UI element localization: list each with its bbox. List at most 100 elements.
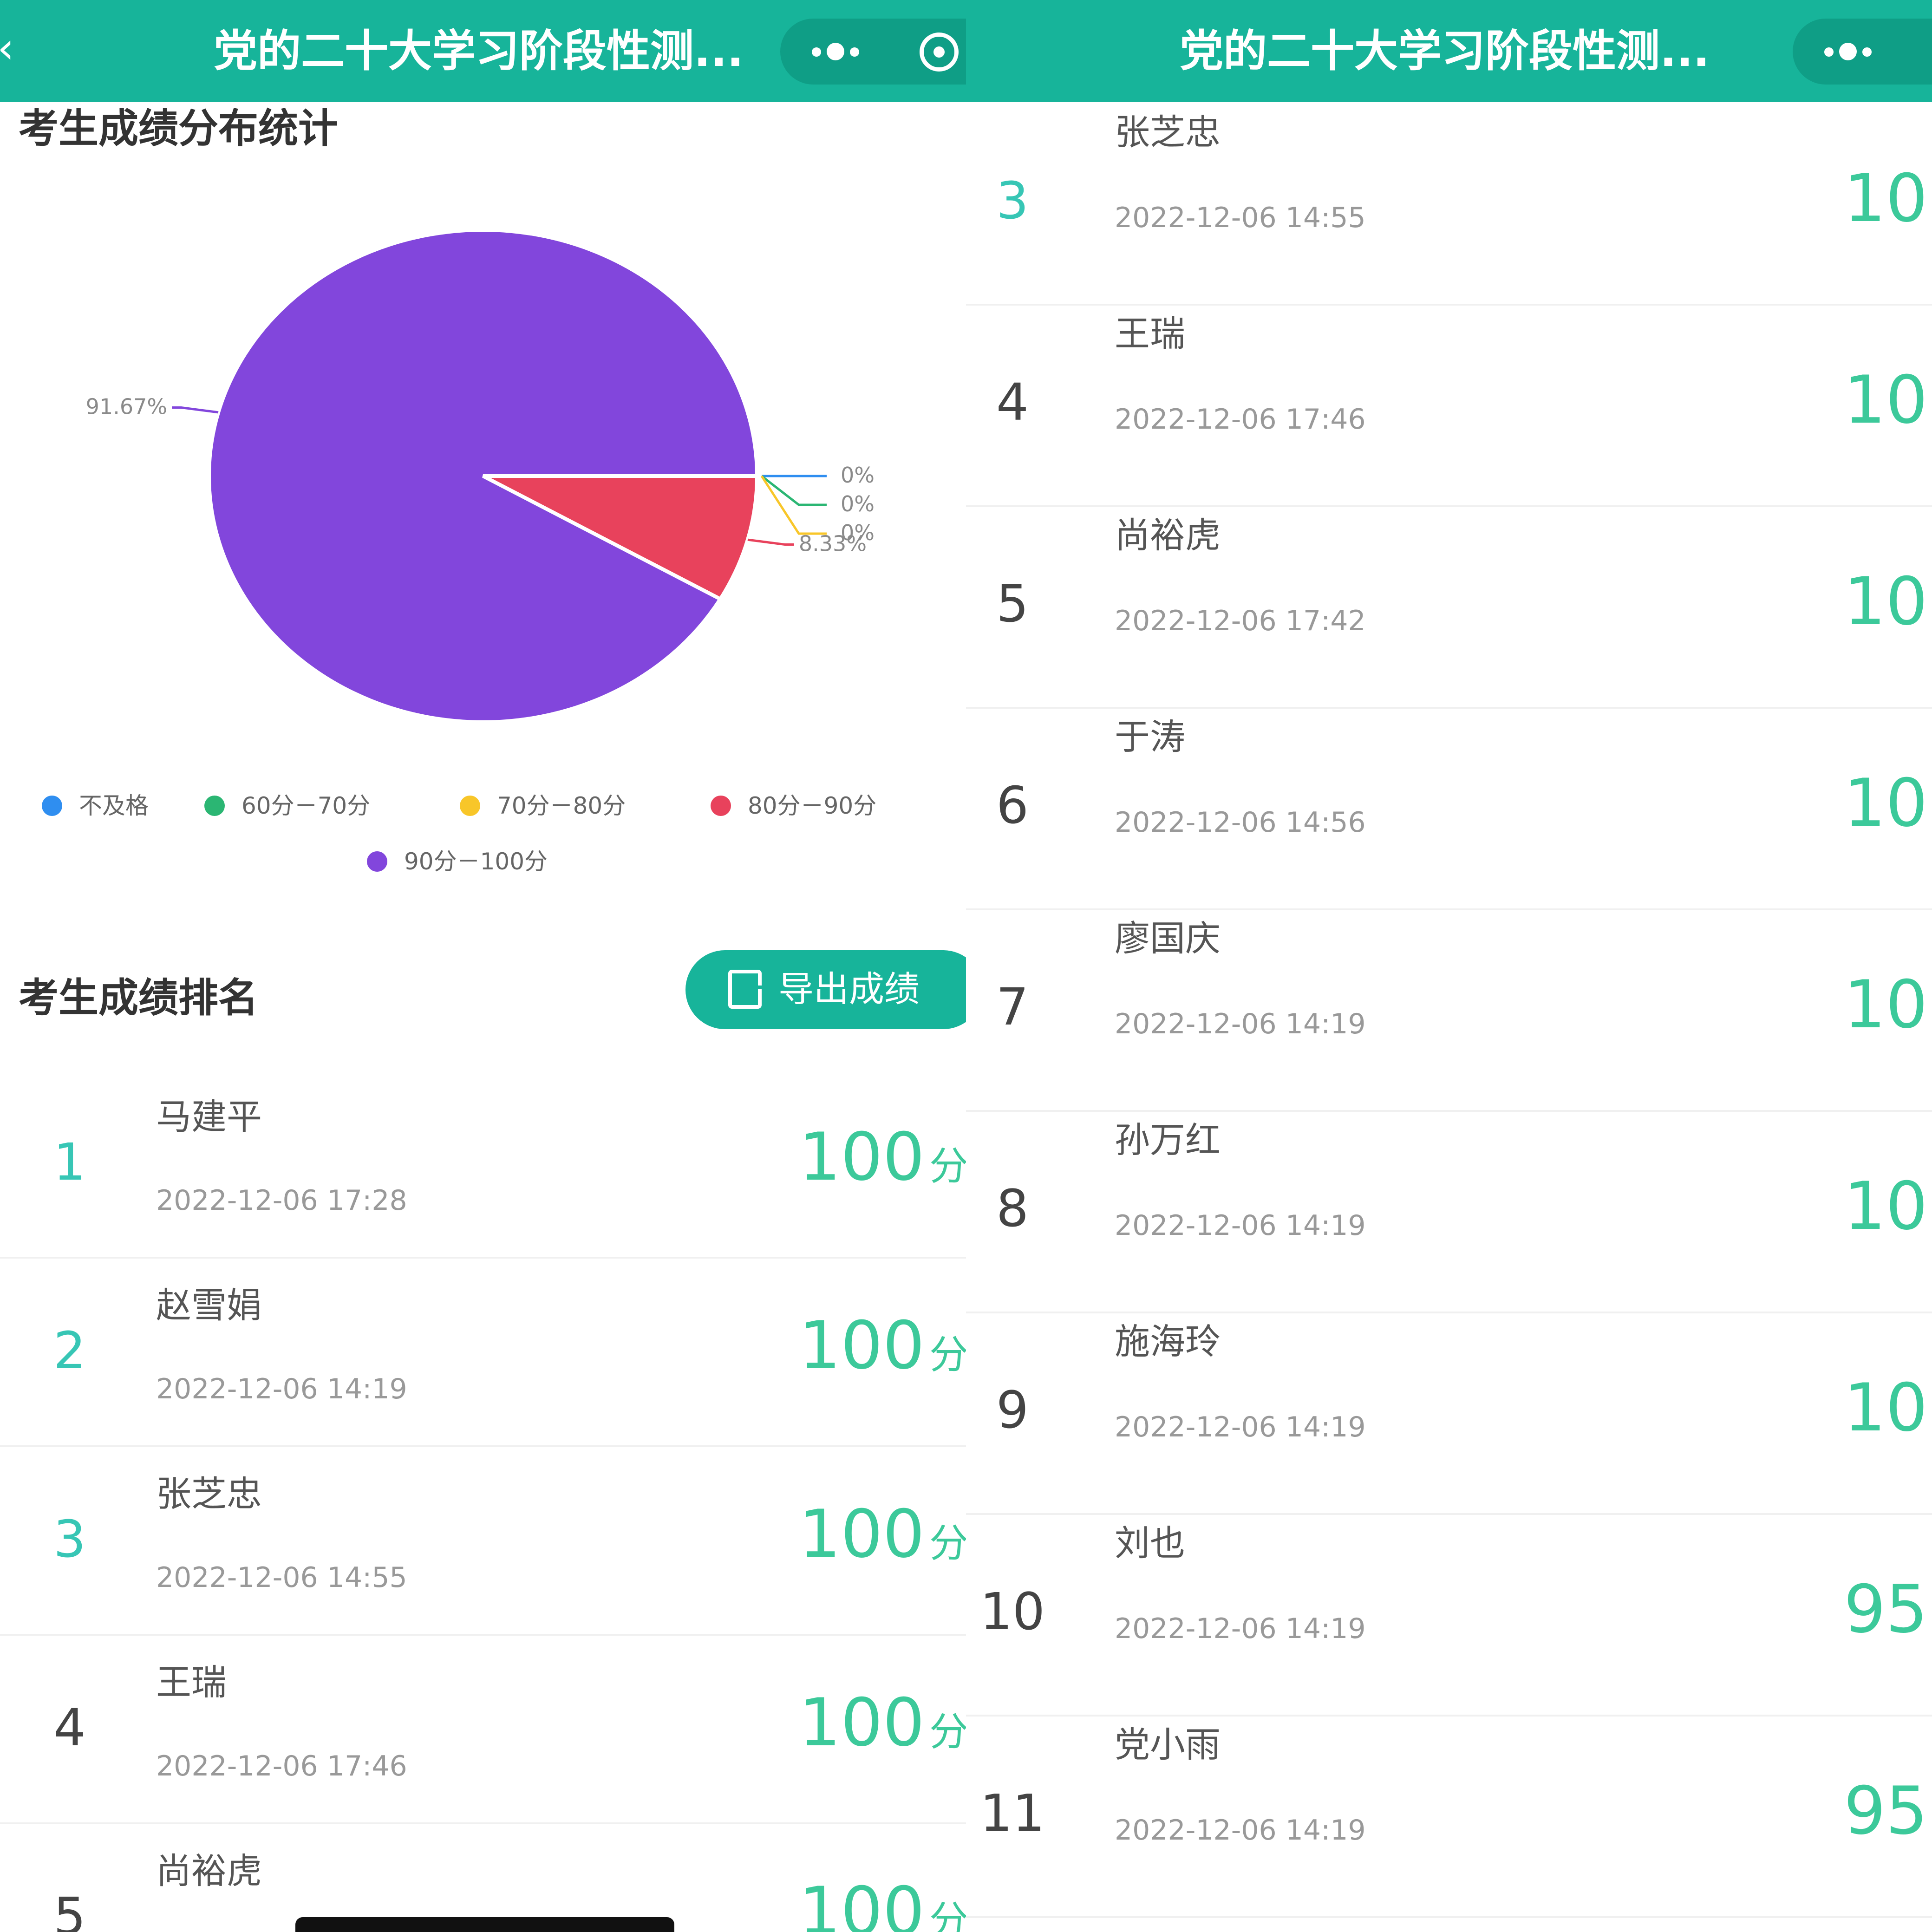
ranking-row[interactable]: 3 张芝忠 2022-12-06 14:55 100 [966, 102, 1932, 306]
ranking-row[interactable]: 3 张芝忠 2022-12-06 14:55 100 分 [0, 1445, 966, 1636]
slice-leader-line [172, 406, 219, 414]
rank-number: 8 [996, 1179, 1029, 1238]
score-number: 100 [1844, 362, 1932, 438]
export-icon [728, 970, 766, 1009]
page-title: 党的二十大学习阶段性测... [1180, 26, 1710, 77]
chart-legend: 不及格 60分－70分 70分－80分 80分－90分 90分－100分 [0, 790, 966, 901]
submit-time: 2022-12-06 14:55 [1115, 202, 1366, 234]
candidate-name: 王瑞 [1115, 313, 1185, 354]
candidate-name: 施海玲 [1115, 1321, 1221, 1362]
right-screen: 党的二十大学习阶段性测... 3 张芝忠 2022-12-06 14:55 100 4 王… [966, 0, 1932, 1932]
submit-time: 2022-12-06 17:46 [1115, 403, 1366, 436]
rank-number: 3 [53, 1509, 86, 1569]
legend-swatch [711, 796, 731, 816]
rank-number: 9 [996, 1380, 1029, 1440]
score-number: 95 [1844, 1773, 1928, 1849]
mini-program-capsule [780, 19, 966, 85]
page-title: 党的二十大学习阶段性测... [214, 26, 744, 77]
candidate-name: 马建平 [156, 1096, 262, 1137]
export-scores-button[interactable]: 导出成绩 [685, 950, 966, 1029]
score-number: 100 [799, 1496, 925, 1573]
candidate-name: 尚裕虎 [1115, 515, 1221, 556]
mini-program-capsule [1793, 19, 1932, 85]
score-number: 100 [1844, 1370, 1932, 1446]
submit-time: 2022-12-06 14:19 [1115, 1008, 1366, 1040]
ranking-row[interactable]: 6 于涛 2022-12-06 14:56 100 [966, 707, 1932, 910]
rank-number: 3 [996, 171, 1029, 230]
legend-swatch [460, 796, 480, 816]
score-value: 100 分 [799, 1309, 966, 1392]
submit-time: 2022-12-06 14:19 [156, 1373, 407, 1405]
slice-percent-label: 0% [841, 491, 875, 516]
submit-time: 2022-12-06 17:28 [156, 1184, 407, 1217]
chevron-left-icon[interactable]: ‹ [0, 27, 25, 70]
pie-slice[interactable] [207, 228, 759, 724]
score-number: 100 [1844, 563, 1932, 640]
slice-leader-line [747, 538, 794, 546]
nav-bar: ‹ 党的二十大学习阶段性测... [0, 0, 966, 102]
more-dots-icon[interactable] [1821, 19, 1872, 85]
ranking-row[interactable]: 5 尚裕虎 100 分 [0, 1822, 966, 1932]
submit-time: 2022-12-06 14:55 [156, 1561, 407, 1594]
score-number: 100 [1844, 160, 1932, 237]
legend-label: 90分－100分 [404, 848, 548, 875]
ranking-row[interactable]: 11 党小雨 2022-12-06 14:19 95 [966, 1715, 1932, 1918]
legend-label: 80分－90分 [748, 792, 877, 819]
score-value: 100 分 [799, 1874, 966, 1932]
ranking-row[interactable]: 1 马建平 2022-12-06 17:28 100 分 [0, 1068, 966, 1259]
submit-time: 2022-12-06 17:42 [1115, 605, 1366, 637]
score-value: 100 [1844, 162, 1932, 236]
score-value: 95 [1844, 1573, 1928, 1647]
score-value: 95 [1844, 1774, 1928, 1848]
candidate-name: 孙万红 [1115, 1119, 1221, 1161]
score-number: 100 [799, 1307, 925, 1384]
score-number: 100 [1844, 765, 1932, 842]
ranking-row[interactable]: 7 廖国庆 2022-12-06 14:19 100 [966, 908, 1932, 1112]
candidate-name: 张芝忠 [1115, 111, 1221, 153]
rank-number: 5 [53, 1886, 86, 1932]
candidate-name: 党小雨 [1115, 1724, 1221, 1765]
rank-number: 2 [53, 1321, 86, 1380]
score-unit: 分 [929, 1898, 966, 1932]
legend-label: 60分－70分 [242, 792, 371, 819]
score-value: 100 [1844, 565, 1932, 639]
submit-time: 2022-12-06 14:19 [1115, 1814, 1366, 1847]
ranking-row[interactable]: 9 施海玲 2022-12-06 14:19 100 [966, 1312, 1932, 1515]
score-number: 100 [1844, 1168, 1932, 1245]
slice-percent-label: 91.67% [86, 394, 167, 419]
rank-number: 4 [996, 372, 1029, 432]
home-indicator [295, 1917, 674, 1932]
distribution-title: 考生成绩分布统计 [19, 105, 338, 152]
candidate-name: 刘也 [1115, 1522, 1185, 1564]
ranking-row[interactable]: 4 王瑞 2022-12-06 17:46 100 [966, 304, 1932, 507]
ranking-row[interactable]: 5 尚裕虎 2022-12-06 17:42 100 [966, 505, 1932, 709]
more-dots-icon[interactable] [808, 19, 859, 85]
ranking-row[interactable]: 10 刘也 2022-12-06 14:19 95 [966, 1513, 1932, 1717]
score-value: 100 [1844, 1169, 1932, 1244]
candidate-name: 王瑞 [156, 1662, 227, 1703]
candidate-name: 廖国庆 [1115, 918, 1221, 959]
score-unit: 分 [929, 1332, 966, 1377]
ranking-title: 考生成绩排名 [19, 975, 258, 1021]
rank-number: 4 [53, 1698, 86, 1757]
slice-percent-label: 8.33% [799, 531, 867, 556]
score-number: 100 [799, 1684, 925, 1761]
submit-time: 2022-12-06 14:19 [1115, 1612, 1366, 1645]
score-number: 100 [799, 1119, 925, 1195]
target-close-icon[interactable] [920, 33, 959, 72]
score-unit: 分 [929, 1709, 966, 1755]
score-value: 100 分 [799, 1120, 966, 1203]
submit-time: 2022-12-06 14:56 [1115, 806, 1366, 839]
ranking-row[interactable]: 2 赵雪娟 2022-12-06 14:19 100 分 [0, 1257, 966, 1447]
ranking-row[interactable]: 4 王瑞 2022-12-06 17:46 100 分 [0, 1634, 966, 1824]
candidate-name: 于涛 [1115, 716, 1185, 757]
rank-number: 11 [980, 1783, 1045, 1843]
candidate-name: 张芝忠 [156, 1473, 262, 1514]
score-number: 100 [799, 1873, 925, 1932]
score-value: 100 分 [799, 1686, 966, 1769]
rank-number: 5 [996, 574, 1029, 633]
ranking-row[interactable]: 8 孙万红 2022-12-06 14:19 100 [966, 1110, 1932, 1313]
slice-percent-label: 0% [841, 463, 875, 488]
candidate-name: 赵雪娟 [156, 1285, 262, 1326]
score-number: 100 [1844, 966, 1932, 1043]
